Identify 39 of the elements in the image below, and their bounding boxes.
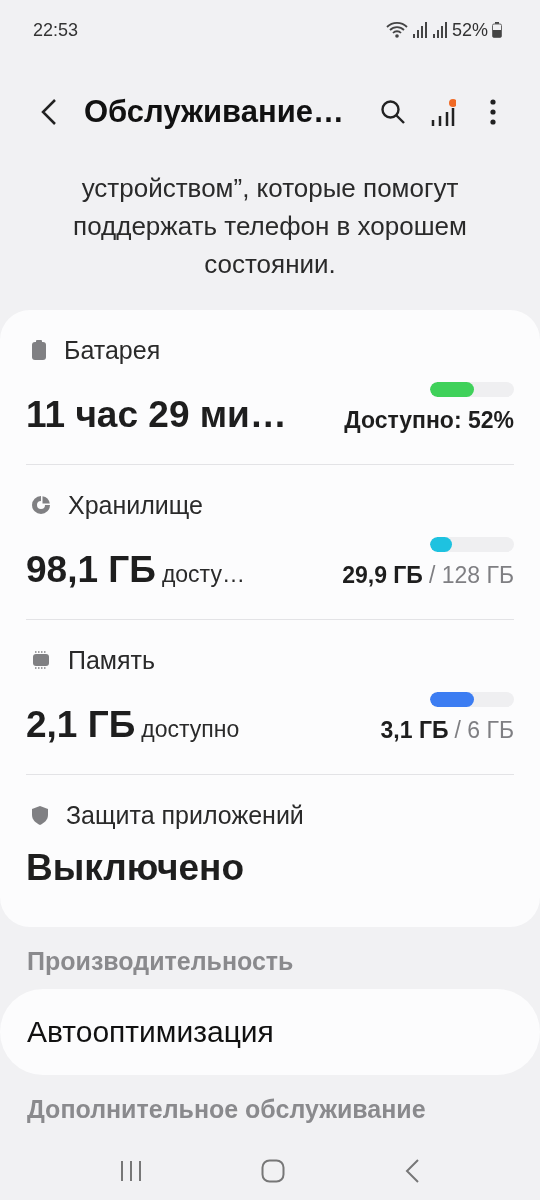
- item-label: Память: [68, 645, 156, 675]
- chip-icon: [32, 651, 50, 669]
- back-icon: [41, 98, 57, 126]
- total-amount: / 6 ГБ: [454, 717, 514, 744]
- bar-chart-icon: [430, 98, 456, 126]
- item-value: Выключено: [26, 847, 244, 889]
- battery-percent: 52%: [451, 19, 488, 41]
- item-value: 98,1 ГБ: [26, 549, 156, 591]
- section-header: Производительность: [26, 946, 295, 977]
- page-title: Обслуживание…: [84, 94, 345, 130]
- description-line: поддержать телефон в хорошем: [72, 210, 468, 243]
- shield-icon: [32, 805, 48, 825]
- total-amount: / 128 ГБ: [428, 562, 514, 589]
- search-icon: [380, 99, 406, 125]
- more-options-icon: [490, 99, 496, 125]
- section-header: Дополнительное обслуживание: [26, 1094, 427, 1125]
- home-icon[interactable]: [261, 1159, 285, 1183]
- description-line: состоянии.: [203, 248, 337, 280]
- recent-apps-icon[interactable]: [119, 1160, 142, 1182]
- item-label: Защита приложений: [66, 800, 304, 830]
- signal-icon: [431, 22, 448, 38]
- menu-item[interactable]: Автооптимизация: [0, 989, 540, 1075]
- item-label: Хранилище: [68, 490, 203, 520]
- back-icon[interactable]: [404, 1159, 421, 1183]
- pie-chart-icon: [32, 496, 50, 514]
- item-value: 11 час 29 ми…: [26, 394, 287, 436]
- item-label: Батарея: [64, 335, 161, 365]
- item-detail: Доступно: 52%: [344, 407, 514, 434]
- item-value: 2,1 ГБ: [26, 704, 136, 746]
- clock: 22:53: [33, 19, 79, 41]
- value-caption: досту…: [161, 561, 245, 588]
- signal-icon: [411, 22, 428, 38]
- used-amount: 3,1 ГБ: [380, 717, 449, 744]
- battery-icon: [492, 22, 502, 38]
- description-line: устройством”, которые помогут: [80, 172, 460, 205]
- used-amount: 29,9 ГБ: [342, 562, 423, 589]
- wifi-icon: [385, 21, 408, 39]
- value-caption: доступно: [141, 716, 240, 743]
- battery-icon: [32, 340, 46, 360]
